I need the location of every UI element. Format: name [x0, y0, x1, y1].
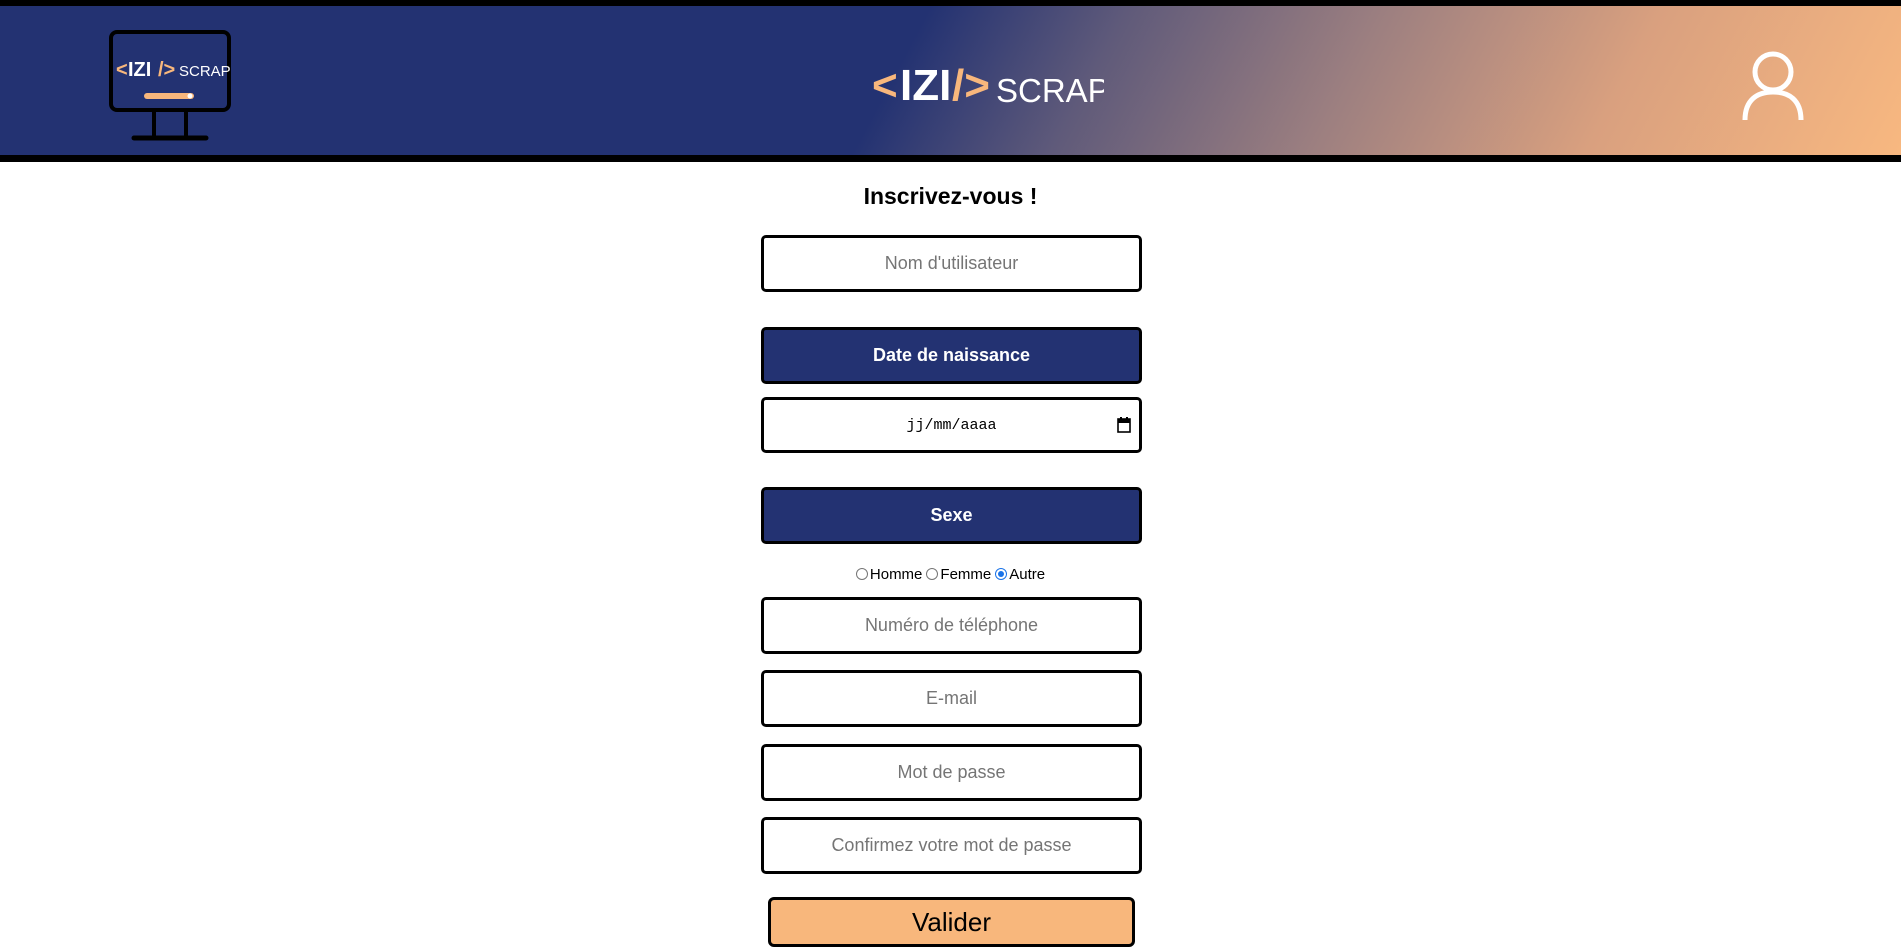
radio-autre[interactable]: Autre	[995, 566, 1045, 583]
brand-scrap-text: SCRAP	[996, 72, 1104, 109]
phone-input[interactable]	[761, 597, 1142, 654]
radio-button[interactable]	[926, 568, 939, 580]
radio-label: Homme	[869, 565, 923, 583]
svg-text:/>: />	[158, 59, 175, 81]
svg-text:<: <	[872, 61, 898, 110]
gender-section-button[interactable]: Sexe	[761, 487, 1142, 544]
header-banner: < IZI /> SCRAP < IZI /> SCRAP	[0, 0, 1901, 162]
gender-radio-group: Homme Femme Autre	[0, 564, 1901, 584]
birthdate-section-button[interactable]: Date de naissance	[761, 327, 1142, 384]
user-icon[interactable]	[1741, 50, 1805, 122]
calendar-icon[interactable]	[1117, 417, 1131, 433]
logo-izi-text: IZI	[128, 59, 151, 81]
brand-logo: < IZI /> SCRAP	[872, 61, 1104, 110]
brand-izi-text: IZI	[900, 61, 951, 110]
password-input[interactable]	[761, 744, 1142, 801]
confirm-password-input[interactable]	[761, 817, 1142, 874]
monitor-logo[interactable]: < IZI /> SCRAP	[108, 28, 232, 143]
date-placeholder: jj/mm/aaaa	[906, 416, 997, 434]
radio-label: Autre	[1009, 565, 1046, 583]
logo-scrap-text: SCRAP	[179, 63, 231, 80]
birthdate-input[interactable]: jj/mm/aaaa	[761, 397, 1142, 453]
username-input[interactable]	[761, 235, 1142, 292]
email-input[interactable]	[761, 670, 1142, 727]
submit-button[interactable]: Valider	[768, 897, 1135, 947]
svg-text:<: <	[116, 59, 128, 81]
radio-homme[interactable]: Homme	[855, 565, 923, 583]
radio-label: Femme	[940, 565, 992, 583]
svg-text:/>: />	[952, 61, 990, 110]
radio-femme[interactable]: Femme	[926, 566, 991, 583]
radio-button-checked[interactable]	[995, 568, 1008, 580]
form-title: Inscrivez-vous !	[863, 183, 1038, 209]
radio-button[interactable]	[855, 568, 868, 580]
